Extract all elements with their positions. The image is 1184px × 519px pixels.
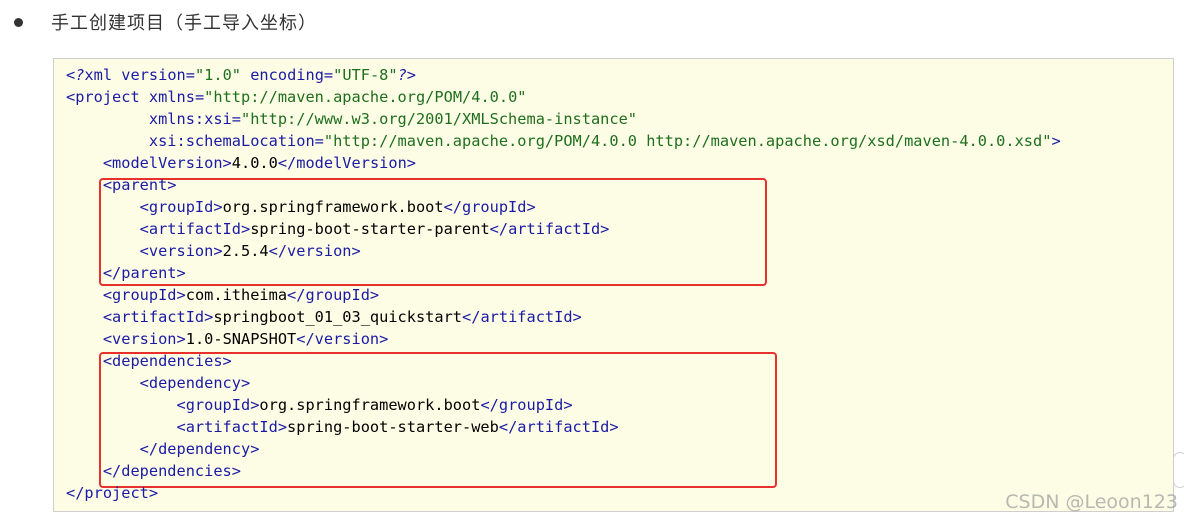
code-token: <artifactId> (66, 220, 251, 238)
code-token: encoding= (241, 66, 334, 84)
code-token: ?> (397, 66, 417, 84)
code-token: "http://maven.apache.org/POM/4.0.0" (204, 88, 527, 106)
bullet-item: 手工创建项目（手工导入坐标） (14, 8, 317, 36)
code-token: springboot_01_03_quickstart (213, 308, 463, 326)
code-line: <version>1.0-SNAPSHOT</version> (66, 328, 389, 350)
code-token: </version> (268, 242, 361, 260)
code-token: </parent> (66, 264, 186, 282)
code-token: 1.0-SNAPSHOT (185, 330, 297, 348)
code-line: <?xml version="1.0" encoding="UTF-8"?> (66, 64, 416, 86)
code-token: com.itheima (185, 286, 288, 304)
code-line: <artifactId>spring-boot-starter-parent</… (66, 218, 610, 240)
side-scroll-handle[interactable] (1173, 452, 1184, 488)
code-line: xmlns:xsi="http://www.w3.org/2001/XMLSch… (66, 108, 637, 130)
code-token: </dependency> (66, 440, 260, 458)
code-token: <artifactId> (66, 418, 288, 436)
code-token: "http://www.w3.org/2001/XMLSchema-instan… (240, 110, 637, 128)
code-token: org.springframework.boot (222, 198, 444, 216)
code-token: xml (84, 66, 113, 84)
code-token: <groupId> (66, 396, 260, 414)
code-token: "1.0" (194, 66, 242, 84)
bullet-text: 手工创建项目（手工导入坐标） (51, 13, 317, 34)
code-token: version= (112, 66, 195, 84)
code-token: <? (66, 66, 85, 84)
code-token: "http://maven.apache.org/POM/4.0.0 http:… (323, 132, 1052, 150)
code-line: <dependency> (66, 372, 251, 394)
code-token: <version> (66, 330, 186, 348)
code-token: 2.5.4 (222, 242, 269, 260)
code-line: <dependencies> (66, 350, 232, 372)
code-token: <version> (66, 242, 223, 260)
code-line: </project> (66, 482, 158, 504)
code-line: <artifactId>springboot_01_03_quickstart<… (66, 306, 582, 328)
code-token: </groupId> (480, 396, 573, 414)
code-token: org.springframework.boot (259, 396, 481, 414)
code-line: xsi:schemaLocation="http://maven.apache.… (66, 130, 1061, 152)
code-token: spring-boot-starter-web (287, 418, 499, 436)
code-line: </dependency> (66, 438, 260, 460)
code-token: </artifactId> (498, 418, 619, 436)
code-token: <modelVersion> (66, 154, 232, 172)
code-token: xmlns:xsi= (66, 110, 241, 128)
csdn-watermark: CSDN @Leoon123 (1005, 491, 1178, 513)
code-token: </dependencies> (66, 462, 241, 480)
code-line: <groupId>com.itheima</groupId> (66, 284, 379, 306)
code-token: <parent> (66, 176, 177, 194)
code-token: > (1051, 132, 1061, 150)
code-block[interactable]: <?xml version="1.0" encoding="UTF-8"?> <p… (53, 58, 1174, 512)
code-token: <groupId> (66, 198, 223, 216)
code-token: <dependencies> (66, 352, 232, 370)
code-token: 4.0.0 (231, 154, 278, 172)
code-token: </project> (66, 484, 159, 502)
code-token: </version> (296, 330, 389, 348)
code-token: </artifactId> (462, 308, 582, 326)
code-token: </groupId> (287, 286, 380, 304)
code-line: <groupId>org.springframework.boot</group… (66, 196, 536, 218)
code-line: <project xmlns="http://maven.apache.org/… (66, 86, 527, 108)
code-token: "UTF-8" (333, 66, 398, 84)
code-line: </dependencies> (66, 460, 241, 482)
code-line: <version>2.5.4</version> (66, 240, 361, 262)
code-line: </parent> (66, 262, 186, 284)
code-token: <groupId> (66, 286, 186, 304)
code-token: <dependency> (66, 374, 251, 392)
code-token: xmlns= (139, 88, 205, 106)
code-token: <project (66, 88, 140, 106)
code-line: <groupId>org.springframework.boot</group… (66, 394, 573, 416)
code-token: </modelVersion> (277, 154, 416, 172)
code-token: xsi:schemaLocation= (66, 132, 324, 150)
code-line: <modelVersion>4.0.0</modelVersion> (66, 152, 416, 174)
code-token: </groupId> (443, 198, 536, 216)
code-token: </artifactId> (489, 220, 610, 238)
code-line: <artifactId>spring-boot-starter-web</art… (66, 416, 619, 438)
code-token: <artifactId> (66, 308, 214, 326)
code-line: <parent> (66, 174, 177, 196)
code-token: spring-boot-starter-parent (250, 220, 490, 238)
bullet-dot-icon (14, 17, 23, 27)
